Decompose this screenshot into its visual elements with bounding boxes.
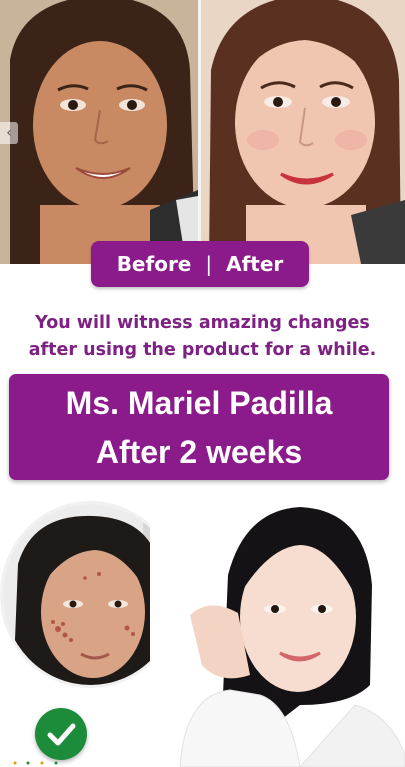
badge-separator: | xyxy=(205,252,213,276)
testimonial-duration: After 2 weeks xyxy=(95,434,303,470)
check-circle-icon xyxy=(35,708,87,760)
chevron-left-icon[interactable]: ‹ xyxy=(0,122,18,144)
headline-line-1: You will witness amazing changes xyxy=(35,313,370,333)
testimonial-name: Ms. Mariel Padilla xyxy=(65,385,333,421)
testimonial-card: Ms. Mariel Padilla After 2 weeks xyxy=(9,374,389,480)
before-after-photos: ‹ xyxy=(0,0,405,264)
decorative-sparkles xyxy=(10,760,65,766)
before-label: Before xyxy=(116,252,192,276)
before-photo xyxy=(0,0,198,264)
after-photo xyxy=(201,0,405,264)
headline-text: You will witness amazing changes after u… xyxy=(0,310,405,364)
headline-line-2: after using the product for a while. xyxy=(28,340,377,360)
after-label: After xyxy=(226,252,284,276)
after-result-photo xyxy=(150,505,405,767)
before-after-badge: Before | After xyxy=(91,241,309,287)
